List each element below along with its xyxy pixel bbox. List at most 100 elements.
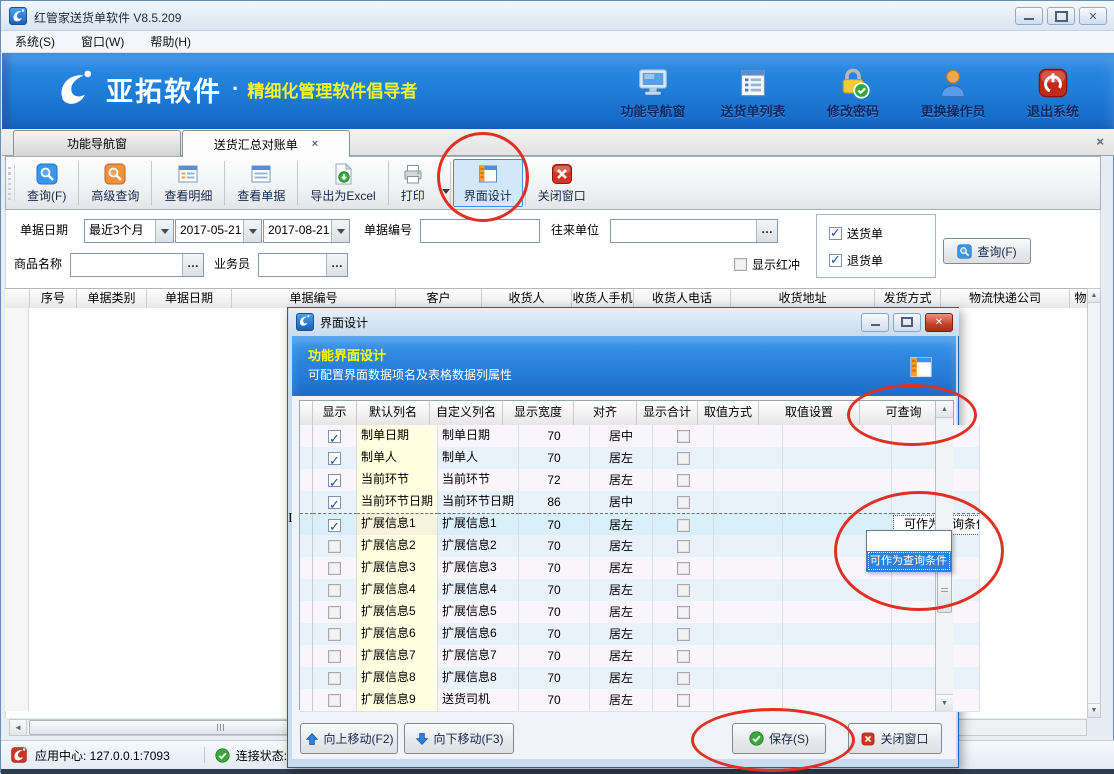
custom-column-name[interactable]: 扩展信息8 [438, 667, 519, 690]
sum-checkbox[interactable] [677, 474, 690, 487]
align-value[interactable]: 居左 [590, 579, 653, 602]
change-password-button[interactable]: 修改密码 [810, 61, 896, 120]
scroll-down-icon[interactable]: ▼ [1088, 703, 1100, 717]
grid-column-header[interactable]: 单据日期 [147, 289, 232, 308]
default-column-name[interactable]: 扩展信息2 [357, 535, 438, 558]
grid-column-header[interactable]: 序号 [30, 289, 77, 308]
custom-column-name[interactable]: 制单人 [438, 447, 519, 470]
column-width-value[interactable]: 70 [519, 513, 590, 537]
menu-window[interactable]: 窗口(W) [81, 33, 124, 50]
switch-operator-button[interactable]: 更换操作员 [910, 61, 996, 120]
grid-column-header[interactable]: 收货人 [482, 289, 572, 308]
align-value[interactable]: 居中 [590, 425, 653, 448]
value-setting-cell[interactable] [783, 579, 892, 602]
grid-column-header[interactable]: 收货人电话 [634, 289, 731, 308]
value-setting-cell[interactable] [783, 667, 892, 690]
dialog-maximize-button[interactable] [893, 313, 921, 332]
custom-column-name[interactable]: 扩展信息5 [438, 601, 519, 624]
show-checkbox[interactable] [328, 606, 341, 619]
chevron-down-icon[interactable] [155, 220, 173, 242]
default-column-name[interactable]: 扩展信息5 [357, 601, 438, 624]
row-indicator[interactable] [300, 689, 313, 712]
value-method-cell[interactable] [714, 689, 783, 712]
dialog-column-header[interactable]: 显示合计 [637, 401, 698, 426]
value-method-cell[interactable] [714, 491, 783, 514]
sum-checkbox[interactable] [677, 584, 690, 597]
dialog-close-window-button[interactable]: 关闭窗口 [848, 723, 942, 754]
menu-help[interactable]: 帮助(H) [150, 33, 191, 50]
date-to-combo[interactable]: 2017-08-21 [263, 219, 350, 243]
print-dropdown-icon[interactable] [442, 189, 450, 194]
column-width-value[interactable]: 70 [519, 535, 590, 558]
column-width-value[interactable]: 70 [519, 579, 590, 602]
row-indicator[interactable] [300, 491, 313, 514]
dialog-table-row[interactable]: 制单日期制单日期70居中 [300, 425, 953, 447]
value-method-cell[interactable] [714, 447, 783, 470]
product-picker-button[interactable]: … [182, 254, 203, 276]
custom-column-name[interactable]: 扩展信息7 [438, 645, 519, 668]
dialog-table-row[interactable]: 扩展信息6扩展信息670居左 [300, 623, 953, 645]
sum-checkbox[interactable] [677, 562, 690, 575]
column-width-value[interactable]: 70 [519, 623, 590, 646]
default-column-name[interactable]: 制单日期 [357, 425, 438, 448]
align-value[interactable]: 居左 [590, 447, 653, 470]
column-width-value[interactable]: 70 [519, 667, 590, 690]
grid-column-header[interactable]: 收货人手机 [572, 289, 634, 308]
scroll-left-icon[interactable]: ◄ [10, 720, 27, 735]
chevron-down-icon[interactable] [331, 220, 349, 242]
align-value[interactable]: 居左 [590, 513, 653, 537]
nav-window-button[interactable]: 功能导航窗 [610, 61, 696, 120]
row-indicator[interactable] [300, 425, 313, 448]
dialog-table-row[interactable]: 扩展信息5扩展信息570居左 [300, 601, 953, 623]
show-checkbox[interactable] [328, 650, 341, 663]
show-checkbox[interactable] [328, 562, 341, 575]
value-method-cell[interactable] [714, 667, 783, 690]
row-indicator[interactable] [300, 535, 313, 558]
grid-column-header[interactable]: 收货地址 [731, 289, 875, 308]
value-method-cell[interactable] [714, 645, 783, 668]
align-value[interactable]: 居左 [590, 645, 653, 668]
grid-column-header[interactable]: 发货方式 [875, 289, 941, 308]
menu-system[interactable]: 系统(S) [15, 33, 55, 50]
column-width-value[interactable]: 70 [519, 689, 590, 712]
value-setting-cell[interactable] [783, 469, 892, 492]
show-checkbox[interactable] [328, 540, 341, 553]
value-method-cell[interactable] [714, 513, 783, 537]
toolbar-advanced-query-button[interactable]: 高级查询 [79, 157, 151, 209]
dialog-table-row[interactable]: 扩展信息7扩展信息770居左 [300, 645, 953, 667]
custom-column-name[interactable]: 扩展信息4 [438, 579, 519, 602]
grid-column-header[interactable]: 物流单号 [1070, 289, 1087, 308]
custom-column-name[interactable]: 当前环节 [438, 469, 519, 492]
value-setting-cell[interactable] [783, 645, 892, 668]
default-column-name[interactable]: 扩展信息9 [357, 689, 438, 712]
dropdown-option-queryable[interactable]: 可作为查询条件 [867, 551, 951, 571]
value-setting-cell[interactable] [783, 425, 892, 448]
value-method-cell[interactable] [714, 425, 783, 448]
row-indicator[interactable] [300, 579, 313, 602]
default-column-name[interactable]: 制单人 [357, 447, 438, 470]
dialog-column-header[interactable]: 自定义列名 [430, 401, 503, 426]
show-checkbox[interactable] [328, 496, 341, 509]
toolbar-query-button[interactable]: 查询(F) [15, 157, 78, 209]
minimize-button[interactable] [1015, 7, 1043, 25]
sum-checkbox[interactable] [677, 496, 690, 509]
custom-column-name[interactable]: 制单日期 [438, 425, 519, 448]
close-button[interactable]: ✕ [1079, 7, 1107, 25]
show-checkbox[interactable] [328, 519, 341, 532]
column-width-value[interactable]: 70 [519, 425, 590, 448]
toolbar-print-button[interactable]: 打印 [389, 160, 437, 207]
custom-column-name[interactable]: 当前环节日期 [438, 491, 519, 514]
show-checkbox[interactable] [328, 672, 341, 685]
value-method-cell[interactable] [714, 623, 783, 646]
move-down-button[interactable]: 向下移动(F3) [404, 723, 514, 754]
dialog-table-row[interactable]: 扩展信息9送货司机70居左 [300, 689, 953, 711]
scroll-down-icon[interactable]: ▼ [936, 694, 953, 711]
align-value[interactable]: 居左 [590, 535, 653, 558]
default-column-name[interactable]: 扩展信息6 [357, 623, 438, 646]
bill-no-field[interactable] [421, 220, 539, 242]
show-checkbox[interactable] [328, 584, 341, 597]
column-width-value[interactable]: 70 [519, 601, 590, 624]
dialog-table-row[interactable]: 当前环节当前环节72居左 [300, 469, 953, 491]
value-setting-cell[interactable] [783, 491, 892, 514]
grid-column-header[interactable]: 物流快递公司 [941, 289, 1070, 308]
